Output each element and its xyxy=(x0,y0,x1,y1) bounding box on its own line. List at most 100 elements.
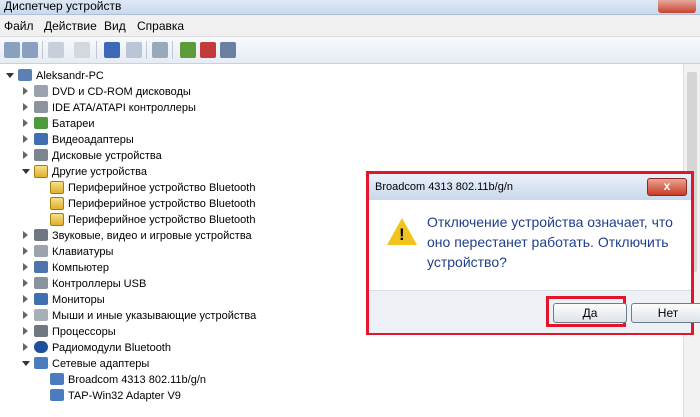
menu-help[interactable]: Справка xyxy=(137,19,184,33)
tree-item-label: Сетевые адаптеры xyxy=(52,358,150,370)
expand-icon[interactable] xyxy=(22,135,30,144)
tree-item-label: Радиомодули Bluetooth xyxy=(52,342,171,354)
network-adapter-icon xyxy=(50,373,64,386)
network-adapter-icon xyxy=(34,357,48,370)
expand-icon[interactable] xyxy=(22,279,30,288)
tree-item-bt-peripheral[interactable]: Периферийное устройство Bluetooth xyxy=(50,196,255,212)
view-icon[interactable] xyxy=(74,42,90,58)
collapse-icon[interactable] xyxy=(6,71,14,79)
tree-item-ide[interactable]: IDE ATA/ATAPI контроллеры xyxy=(22,100,196,116)
tree-item-processors[interactable]: Процессоры xyxy=(22,324,116,340)
expand-icon[interactable] xyxy=(22,103,30,112)
expand-icon[interactable] xyxy=(22,343,30,352)
dialog-title: Broadcom 4313 802.11b/g/n xyxy=(375,181,514,193)
tree-item-label: Дисковые устройства xyxy=(52,150,162,162)
tree-item-monitors[interactable]: Мониторы xyxy=(22,292,105,308)
window-close-button[interactable] xyxy=(658,0,696,13)
no-button[interactable]: Нет xyxy=(631,303,700,323)
yes-button[interactable]: Да xyxy=(553,303,627,323)
usb-icon xyxy=(34,277,48,290)
tree-item-broadcom[interactable]: Broadcom 4313 802.11b/g/n xyxy=(50,372,206,388)
tree-item-label: Компьютер xyxy=(52,262,109,274)
update-driver-icon[interactable] xyxy=(180,42,196,58)
toolbar-separator xyxy=(42,41,43,59)
monitor-icon xyxy=(34,293,48,306)
scan-hardware-icon[interactable] xyxy=(152,42,168,58)
collapse-icon[interactable] xyxy=(22,167,30,175)
tree-item-batteries[interactable]: Батареи xyxy=(22,116,95,132)
menu-action[interactable]: Действие xyxy=(44,19,97,33)
window-titlebar: Диспетчер устройств xyxy=(0,0,700,15)
dvd-drive-icon xyxy=(34,85,48,98)
tree-item-label: Другие устройства xyxy=(52,166,147,178)
display-adapter-icon xyxy=(34,133,48,146)
confirm-dialog: Broadcom 4313 802.11b/g/n x Отключение у… xyxy=(366,171,700,335)
expand-icon[interactable] xyxy=(22,263,30,272)
expand-icon[interactable] xyxy=(22,311,30,320)
tree-item-label: Периферийное устройство Bluetooth xyxy=(68,182,256,194)
tree-item-bluetooth[interactable]: Радиомодули Bluetooth xyxy=(22,340,171,356)
tree-item-label: Периферийное устройство Bluetooth xyxy=(68,198,256,210)
tree-item-bt-peripheral[interactable]: Периферийное устройство Bluetooth xyxy=(50,180,255,196)
toolbar-separator xyxy=(96,41,97,59)
warning-icon xyxy=(50,212,64,226)
other-devices-icon xyxy=(34,164,48,178)
tree-item-computer[interactable]: Компьютер xyxy=(22,260,109,276)
battery-icon xyxy=(34,117,48,130)
tree-item-video[interactable]: Видеоадаптеры xyxy=(22,132,134,148)
processor-icon xyxy=(34,325,48,338)
tree-item-label: Батареи xyxy=(52,118,95,130)
tree-item-other[interactable]: Другие устройства xyxy=(22,164,147,180)
back-icon[interactable] xyxy=(4,42,20,58)
tree-item-label: TAP-Win32 Adapter V9 xyxy=(68,390,181,402)
menu-file[interactable]: Файл xyxy=(4,19,34,33)
expand-icon[interactable] xyxy=(22,231,30,240)
speaker-icon xyxy=(34,229,48,242)
dialog-footer: Да Нет xyxy=(369,290,700,333)
disable-device-icon[interactable] xyxy=(220,42,236,58)
tree-item-bt-peripheral[interactable]: Периферийное устройство Bluetooth xyxy=(50,212,255,228)
tree-root-label: Aleksandr-PC xyxy=(36,70,104,82)
tree-item-label: Звуковые, видео и игровые устройства xyxy=(52,230,252,242)
menubar: Файл Действие Вид Справка xyxy=(0,15,700,37)
expand-icon[interactable] xyxy=(22,87,30,96)
disk-drive-icon xyxy=(34,149,48,162)
expand-icon[interactable] xyxy=(22,327,30,336)
dialog-titlebar: Broadcom 4313 802.11b/g/n x xyxy=(369,174,691,200)
tree-item-sound[interactable]: Звуковые, видео и игровые устройства xyxy=(22,228,252,244)
expand-icon[interactable] xyxy=(22,151,30,160)
computer-icon xyxy=(34,261,48,274)
keyboard-icon xyxy=(34,245,48,258)
collapse-icon[interactable] xyxy=(22,359,30,367)
forward-icon[interactable] xyxy=(22,42,38,58)
tree-item-keyboards[interactable]: Клавиатуры xyxy=(22,244,113,260)
expand-icon[interactable] xyxy=(22,119,30,128)
dialog-message: Отключение устройства означает, что оно … xyxy=(427,214,673,270)
warning-icon xyxy=(387,218,417,245)
warning-icon xyxy=(50,196,64,210)
expand-icon[interactable] xyxy=(22,295,30,304)
dialog-body: Отключение устройства означает, что оно … xyxy=(369,200,691,290)
tree-item-label: Мониторы xyxy=(52,294,105,306)
tree-item-disks[interactable]: Дисковые устройства xyxy=(22,148,162,164)
uninstall-icon[interactable] xyxy=(200,42,216,58)
tree-item-label: Клавиатуры xyxy=(52,246,114,258)
menu-view[interactable]: Вид xyxy=(104,19,126,33)
tree-item-label: Мыши и иные указывающие устройства xyxy=(52,310,257,322)
tree-item-mice[interactable]: Мыши и иные указывающие устройства xyxy=(22,308,256,324)
computer-icon xyxy=(18,69,32,82)
tree-item-label: Процессоры xyxy=(52,326,116,338)
tree-item-usb[interactable]: Контроллеры USB xyxy=(22,276,146,292)
help-icon[interactable] xyxy=(104,42,120,58)
tree-root[interactable]: Aleksandr-PC xyxy=(6,68,104,84)
tree-item-label: Видеоадаптеры xyxy=(52,134,134,146)
tree-item-tap[interactable]: TAP-Win32 Adapter V9 xyxy=(50,388,181,404)
dialog-close-button[interactable]: x xyxy=(647,178,687,196)
expand-icon[interactable] xyxy=(22,247,30,256)
bluetooth-icon xyxy=(34,341,48,354)
tree-item-network[interactable]: Сетевые адаптеры xyxy=(22,356,149,372)
show-hidden-icon[interactable] xyxy=(126,42,142,58)
ide-controller-icon xyxy=(34,101,48,114)
tree-item-dvd[interactable]: DVD и CD-ROM дисководы xyxy=(22,84,191,100)
properties-icon[interactable] xyxy=(48,42,64,58)
